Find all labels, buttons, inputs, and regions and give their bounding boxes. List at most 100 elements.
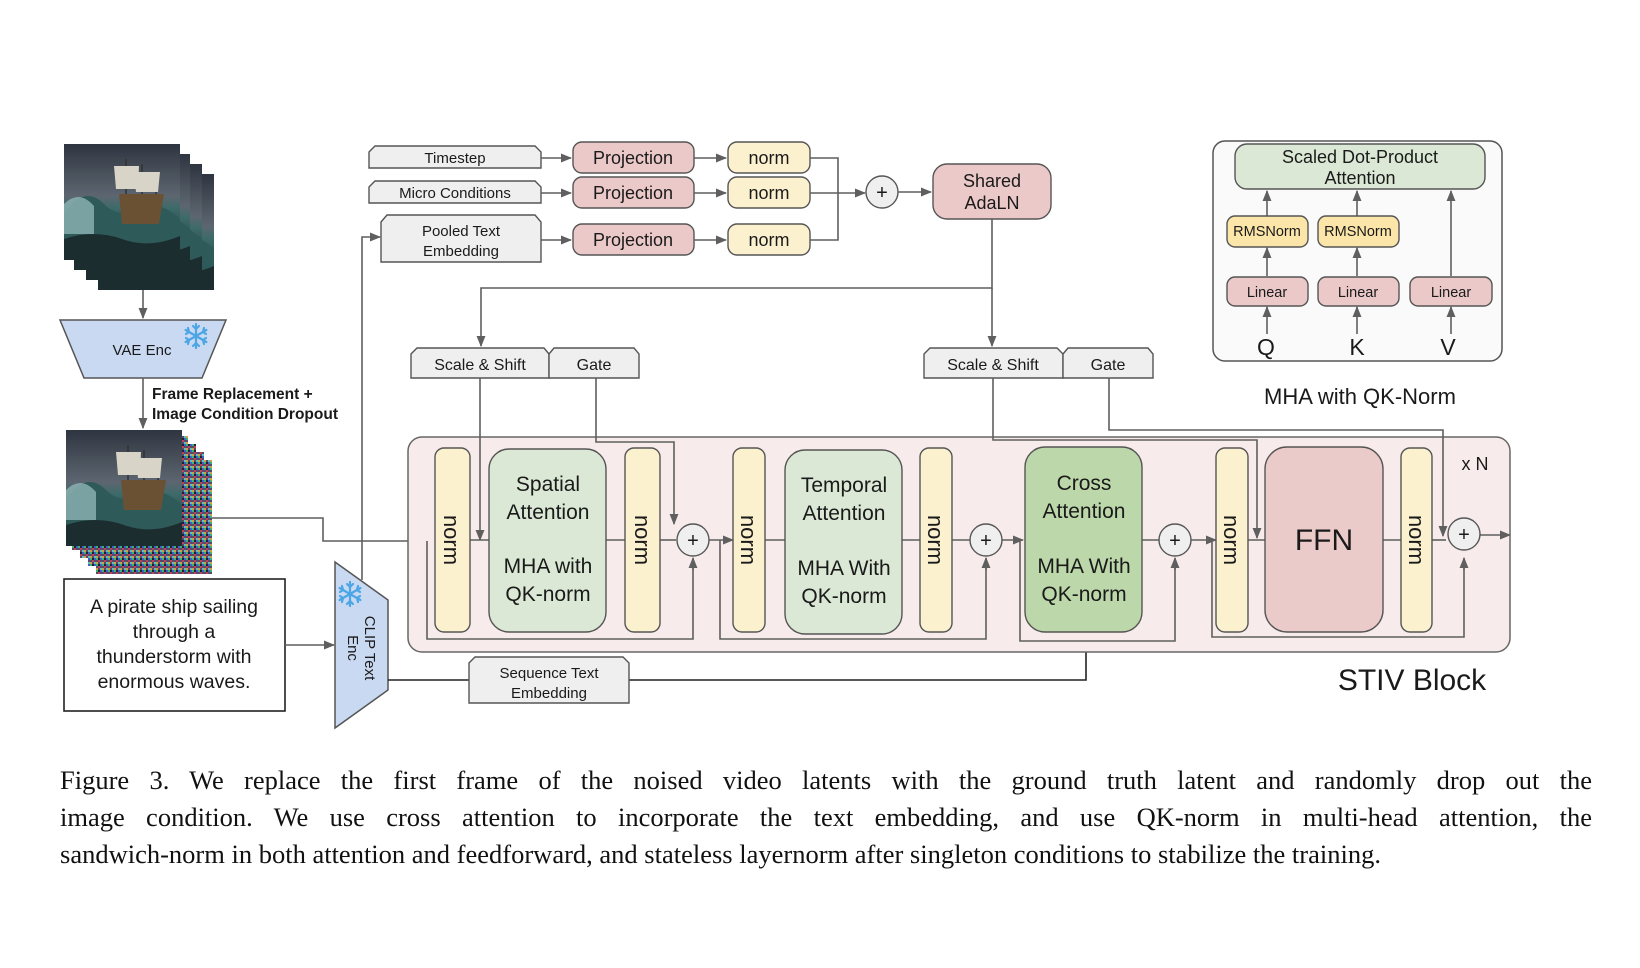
temporal-label: Temporal <box>801 474 887 497</box>
arrow-clip-to-pooled <box>361 232 382 580</box>
noised-latent-frames <box>65 429 212 574</box>
norm-label: norm <box>748 148 789 168</box>
gate-tag-ffn: Gate <box>1062 347 1154 379</box>
gate-label: Gate <box>577 357 612 374</box>
key-label: K <box>1349 334 1365 360</box>
sdpa-label-2: Attention <box>1324 168 1395 188</box>
projection-label: Projection <box>593 148 673 168</box>
norm-label: norm <box>630 515 655 565</box>
projection-label: Projection <box>593 230 673 250</box>
shared-adaln: Shared AdaLN <box>932 163 1052 220</box>
norm-pre-spatial: norm <box>434 447 471 633</box>
norm-label: norm <box>439 515 464 565</box>
sequence-text-label-2: Embedding <box>511 685 587 702</box>
frame-replacement-label: Frame Replacement + <box>152 386 313 403</box>
clip-text-encoder: CLIP Text Enc <box>334 560 389 730</box>
query-label: Q <box>1257 334 1275 360</box>
sum-node-cross: + <box>1158 523 1192 557</box>
sequence-text-label: Sequence Text <box>500 665 600 682</box>
norm-post-temporal: norm <box>919 447 953 633</box>
cross-label-2: Attention <box>1043 500 1126 523</box>
plus-label: + <box>687 530 699 552</box>
linear-label: Linear <box>1338 285 1378 301</box>
plus-label: + <box>1169 530 1181 552</box>
temporal-label-2: Attention <box>803 502 886 525</box>
norm-micro-conditions: norm <box>727 176 811 209</box>
prompt-line: enormous waves. <box>98 671 251 693</box>
input-video-frames <box>63 143 215 291</box>
cross-label-3: MHA With <box>1037 555 1130 578</box>
sum-node-spatial: + <box>676 523 710 557</box>
merge-lines <box>810 157 839 241</box>
vae-enc-label: VAE Enc <box>113 342 172 359</box>
linear-label: Linear <box>1247 285 1287 301</box>
image-condition-dropout-label: Image Condition Dropout <box>152 406 338 423</box>
cross-label-4: QK-norm <box>1041 583 1126 606</box>
sum-node-temporal: + <box>969 523 1003 557</box>
norm-post-ffn: norm <box>1400 447 1433 633</box>
norm-label: norm <box>748 183 789 203</box>
prompt-line: thunderstorm with <box>97 646 252 668</box>
temporal-label-4: QK-norm <box>801 585 886 608</box>
spatial-label-3: MHA with <box>504 555 593 578</box>
scale-shift-tag-ffn: Scale & Shift <box>923 347 1064 379</box>
scale-shift-label: Scale & Shift <box>434 357 526 374</box>
spatial-label-4: QK-norm <box>505 583 590 606</box>
projection-micro-conditions: Projection <box>572 176 695 209</box>
projection-timestep: Projection <box>572 141 695 174</box>
temporal-attention: Temporal Attention MHA With QK-norm <box>784 449 903 635</box>
ffn: FFN <box>1264 446 1384 633</box>
norm-pooled-text: norm <box>727 223 811 256</box>
stiv-architecture-diagram: VAE Enc Frame Replacement + Image Condit… <box>58 140 1512 730</box>
shared-adaln-label-2: AdaLN <box>964 193 1019 213</box>
shared-adaln-label: Shared <box>963 171 1021 191</box>
text-prompt-box: A pirate ship sailing through a thunders… <box>63 578 286 712</box>
scale-shift-label: Scale & Shift <box>947 357 1039 374</box>
sum-node-ffn: + <box>1447 517 1481 551</box>
linear-label: Linear <box>1431 285 1471 301</box>
caption-line: Figure 3. We replace the first frame of … <box>60 765 1592 795</box>
vae-encoder: VAE Enc <box>58 319 228 379</box>
norm-label: norm <box>1219 515 1244 565</box>
prompt-line: through a <box>133 621 216 643</box>
cross-attention: Cross Attention MHA With QK-norm <box>1024 446 1143 633</box>
micro-conditions-label: Micro Conditions <box>399 185 511 202</box>
repeat-label: x N <box>1462 454 1489 474</box>
sdpa-label: Scaled Dot-Product <box>1282 147 1438 167</box>
plus-label: + <box>1458 524 1470 546</box>
timestep-label: Timestep <box>424 150 485 167</box>
spatial-attention: Spatial Attention MHA with QK-norm <box>488 448 607 633</box>
caption-line: image condition. We use cross attention … <box>60 802 1592 832</box>
timestep-tag: Timestep <box>368 145 542 169</box>
norm-label: norm <box>923 515 948 565</box>
norm-pre-temporal: norm <box>732 447 766 633</box>
stiv-block-title: STIV Block <box>1338 664 1487 697</box>
projection-label: Projection <box>593 183 673 203</box>
norm-timestep: norm <box>727 141 811 174</box>
scale-shift-tag-attention: Scale & Shift <box>410 347 550 379</box>
norm-pre-ffn: norm <box>1215 447 1249 633</box>
value-label: V <box>1440 334 1456 360</box>
pooled-text-label-2: Embedding <box>423 243 499 260</box>
norm-label: norm <box>748 230 789 250</box>
spatial-label-2: Attention <box>507 501 590 524</box>
spatial-label: Spatial <box>516 473 580 496</box>
mha-qk-norm-panel: Scaled Dot-Product Attention RMSNorm RMS… <box>1212 140 1503 362</box>
cross-label: Cross <box>1057 472 1112 495</box>
projection-pooled-text: Projection <box>572 223 695 256</box>
gate-label: Gate <box>1091 357 1126 374</box>
sum-node-conditions: + <box>865 175 899 209</box>
norm-label: norm <box>736 515 761 565</box>
micro-conditions-tag: Micro Conditions <box>368 180 542 204</box>
prompt-line: A pirate ship sailing <box>90 596 258 618</box>
mha-panel-title: MHA with QK-Norm <box>1264 384 1456 409</box>
sequence-text-embedding-tag: Sequence Text Embedding <box>468 656 630 704</box>
pooled-text-label: Pooled Text <box>422 223 501 240</box>
clip-label: CLIP Text <box>361 616 378 681</box>
rmsnorm-label: RMSNorm <box>1324 224 1392 240</box>
clip-label-2: Enc <box>344 635 361 661</box>
gate-tag-attention: Gate <box>548 347 640 379</box>
pooled-text-embedding-tag: Pooled Text Embedding <box>380 214 542 263</box>
plus-label: + <box>980 530 992 552</box>
temporal-label-3: MHA With <box>797 557 890 580</box>
